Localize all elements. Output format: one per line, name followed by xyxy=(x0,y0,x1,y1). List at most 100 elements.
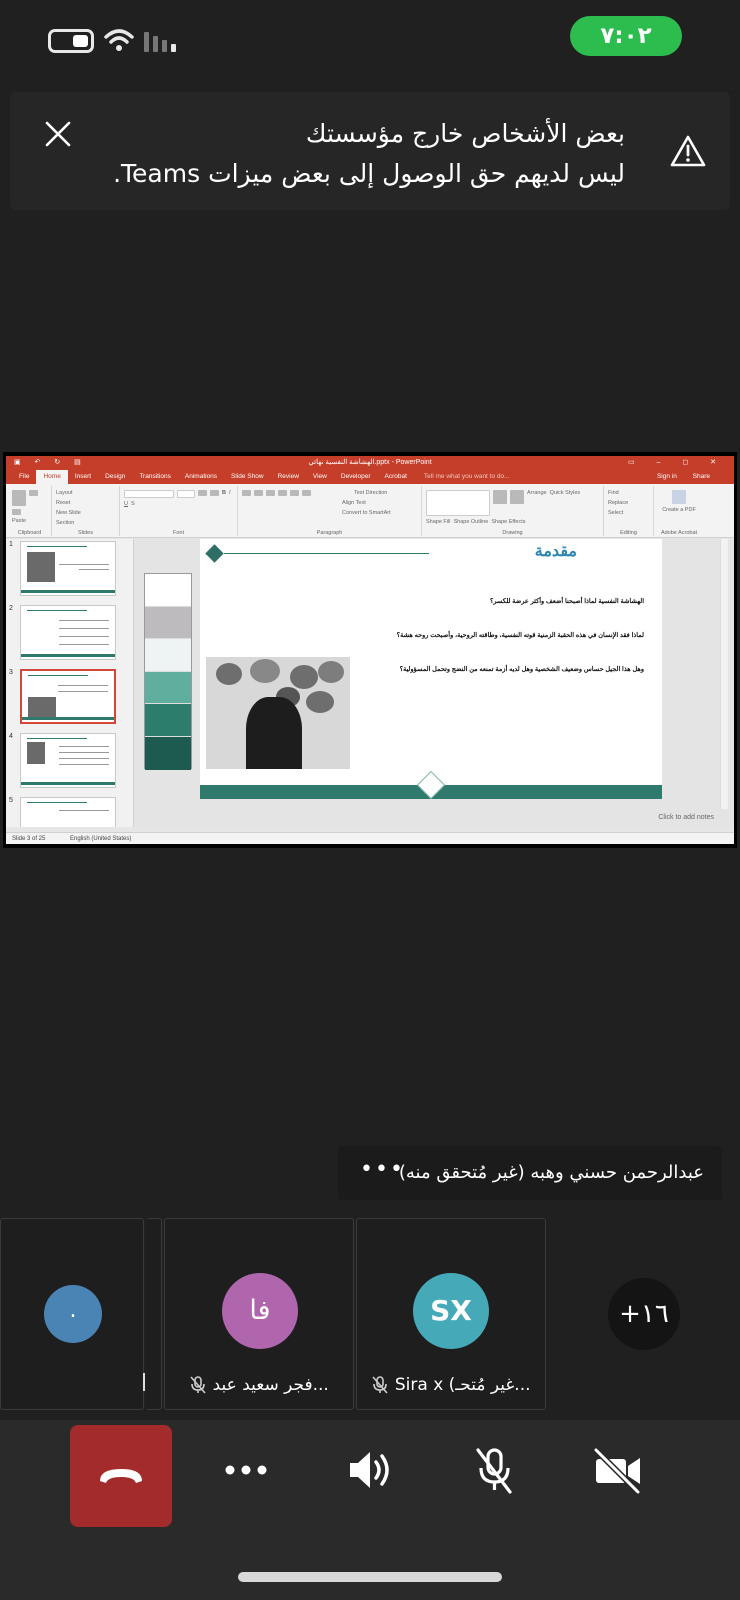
slide-canvas[interactable]: مقدمة الهشاشة النفسية لماذا أصبحنا أضعف … xyxy=(135,539,734,827)
underline-button[interactable]: U xyxy=(124,501,128,508)
tab-developer[interactable]: Developer xyxy=(334,470,378,484)
ribbon-item-paste[interactable]: Paste xyxy=(12,518,47,525)
participant-tile[interactable]: فا فجر سعيد عبد... xyxy=(164,1218,354,1410)
vertical-scrollbar[interactable] xyxy=(720,539,728,809)
palette-swatch xyxy=(145,574,191,607)
slide-text-line-1: الهشاشة النفسية لماذا أصبحنا أضعف وأكثر … xyxy=(489,598,644,605)
bold-button[interactable]: B xyxy=(222,490,226,498)
thumb-number: 4 xyxy=(9,733,13,740)
ribbon-item-shape-fill[interactable]: Shape Fill xyxy=(426,519,450,526)
ribbon-group-label: Slides xyxy=(78,530,93,536)
participant-tile-sliver xyxy=(146,1218,162,1410)
external-users-banner: بعض الأشخاص خارج مؤسستك ليس لديهم حق الو… xyxy=(10,92,730,210)
participant-name-text: Sira x (غير مُتحـ... xyxy=(394,1375,531,1395)
ribbon-group-drawing: Arrange Quick Styles Shape Fill Shape Ou… xyxy=(422,486,604,536)
banner-message: بعض الأشخاص خارج مؤسستك ليس لديهم حق الو… xyxy=(65,114,625,194)
language-status: English (United States) xyxy=(70,836,132,842)
ribbon-item-reset[interactable]: Reset xyxy=(56,500,115,507)
camera-button[interactable] xyxy=(588,1440,648,1510)
tab-animations[interactable]: Animations xyxy=(178,470,224,484)
ribbon-group-label: Adobe Acrobat xyxy=(660,530,698,536)
ribbon-item-shape-outline[interactable]: Shape Outline xyxy=(453,519,488,526)
tab-slide-show[interactable]: Slide Show xyxy=(224,470,271,484)
ribbon-group-acrobat: Create a PDF Adobe Acrobat xyxy=(654,486,704,536)
mic-off-icon xyxy=(372,1376,389,1394)
slide-title-rule xyxy=(224,553,429,554)
ribbon-item-quick-styles[interactable]: Quick Styles xyxy=(550,490,581,516)
home-indicator[interactable] xyxy=(238,1572,502,1582)
more-options-icon xyxy=(225,1465,267,1475)
speaker-name: عبدالرحمن حسني وهبه (غير مُتحقق منه) xyxy=(398,1162,704,1183)
ribbon-group-editing: Find Replace Select Editing xyxy=(604,486,654,536)
mute-button[interactable] xyxy=(464,1440,524,1510)
slide-diamond-decoration xyxy=(205,544,224,563)
ribbon-group-label: Drawing xyxy=(502,530,523,536)
cellular-signal-icon xyxy=(144,30,176,52)
tab-transitions[interactable]: Transitions xyxy=(132,470,178,484)
ribbon-item-align-text[interactable]: Align Text xyxy=(342,500,366,507)
warning-icon xyxy=(670,135,706,167)
thumb-number: 2 xyxy=(9,605,13,612)
participant-name: فجر سعيد عبد... xyxy=(165,1375,353,1395)
ribbon-item-layout[interactable]: Layout xyxy=(56,490,115,497)
participant-tile[interactable]: SX Sira x (غير مُتحـ... xyxy=(356,1218,546,1410)
slide-thumbnail-2[interactable] xyxy=(20,605,116,660)
shared-screen[interactable]: ▣ ↶ ↻ ▤ الهشاشة النفسية نهائي.pptx - Pow… xyxy=(3,452,737,848)
slide-thumbnail-1[interactable] xyxy=(20,541,116,596)
ribbon-group-label: Paragraph xyxy=(316,530,343,536)
powerpoint-window: ▣ ↶ ↻ ▤ الهشاشة النفسية نهائي.pptx - Pow… xyxy=(6,456,734,844)
slide-thumbnail-4[interactable] xyxy=(20,733,116,788)
ppt-ribbon: Paste Clipboard Layout Reset New Slide S… xyxy=(6,484,734,538)
thumb-number: 3 xyxy=(9,669,13,676)
current-slide[interactable]: مقدمة الهشاشة النفسية لماذا أصبحنا أضعف … xyxy=(200,539,662,800)
ribbon-item-arrange[interactable]: Arrange xyxy=(527,490,547,516)
mic-off-icon xyxy=(476,1448,512,1494)
ribbon-item-select[interactable]: Select xyxy=(608,510,649,517)
tab-view[interactable]: View xyxy=(306,470,334,484)
ribbon-item-text-direction[interactable]: Text Direction xyxy=(354,490,387,497)
sign-in-link[interactable]: Sign in xyxy=(650,473,684,480)
status-bar: ٧:٠٢ xyxy=(0,0,740,78)
share-button[interactable]: Share xyxy=(686,473,717,480)
ribbon-item-smartart[interactable]: Convert to SmartArt xyxy=(342,510,391,517)
ribbon-item-section[interactable]: Section xyxy=(56,520,115,527)
strike-button[interactable]: S xyxy=(131,501,135,508)
ribbon-group-label: Editing xyxy=(620,530,637,536)
participant-tile[interactable]: . xyxy=(0,1218,145,1410)
slide-image xyxy=(206,657,350,769)
window-buttons-icon: ▭ – ◻ ✕ xyxy=(627,459,726,466)
ppt-status-bar: Slide 3 of 25 English (United States) xyxy=(6,832,734,844)
ribbon-item-create-pdf[interactable]: Create a PDF xyxy=(658,507,700,514)
more-participants-button[interactable]: +١٦ xyxy=(608,1278,680,1350)
speaker-button[interactable] xyxy=(340,1440,400,1510)
avatar: SX xyxy=(413,1273,489,1349)
ribbon-item-find[interactable]: Find xyxy=(608,490,649,497)
tell-me-search[interactable]: Tell me what you want to do... xyxy=(414,470,517,484)
ribbon-item-shape-effects[interactable]: Shape Effects xyxy=(491,519,525,526)
ribbon-group-font: B I U S Font xyxy=(120,486,238,536)
mic-off-icon xyxy=(190,1376,206,1394)
tab-home[interactable]: Home xyxy=(36,470,68,484)
tab-file[interactable]: File xyxy=(12,470,36,484)
slide-thumbnail-5[interactable] xyxy=(20,797,116,827)
tab-review[interactable]: Review xyxy=(271,470,306,484)
ribbon-group-slides: Layout Reset New Slide Section Slides xyxy=(52,486,120,536)
participant-name-text: فجر سعيد عبد... xyxy=(212,1375,329,1395)
tab-acrobat[interactable]: Acrobat xyxy=(378,470,414,484)
tab-insert[interactable]: Insert xyxy=(68,470,98,484)
ribbon-item-new-slide[interactable]: New Slide xyxy=(56,510,115,517)
ribbon-group-clipboard: Paste Clipboard xyxy=(8,486,52,536)
sign-in-share: Sign in Share xyxy=(643,470,724,484)
tab-design[interactable]: Design xyxy=(98,470,132,484)
hangup-button[interactable] xyxy=(70,1425,172,1527)
more-options-button[interactable] xyxy=(216,1440,276,1510)
avatar: . xyxy=(44,1285,102,1343)
notes-placeholder[interactable]: Click to add notes xyxy=(658,814,714,821)
status-time[interactable]: ٧:٠٢ xyxy=(570,16,682,56)
ribbon-item-replace[interactable]: Replace xyxy=(608,500,649,507)
palette-swatch xyxy=(145,736,191,770)
palette-swatch xyxy=(145,671,191,705)
italic-button[interactable]: I xyxy=(229,490,231,498)
slide-thumbnail-3[interactable] xyxy=(20,669,116,724)
color-palette xyxy=(144,573,192,770)
